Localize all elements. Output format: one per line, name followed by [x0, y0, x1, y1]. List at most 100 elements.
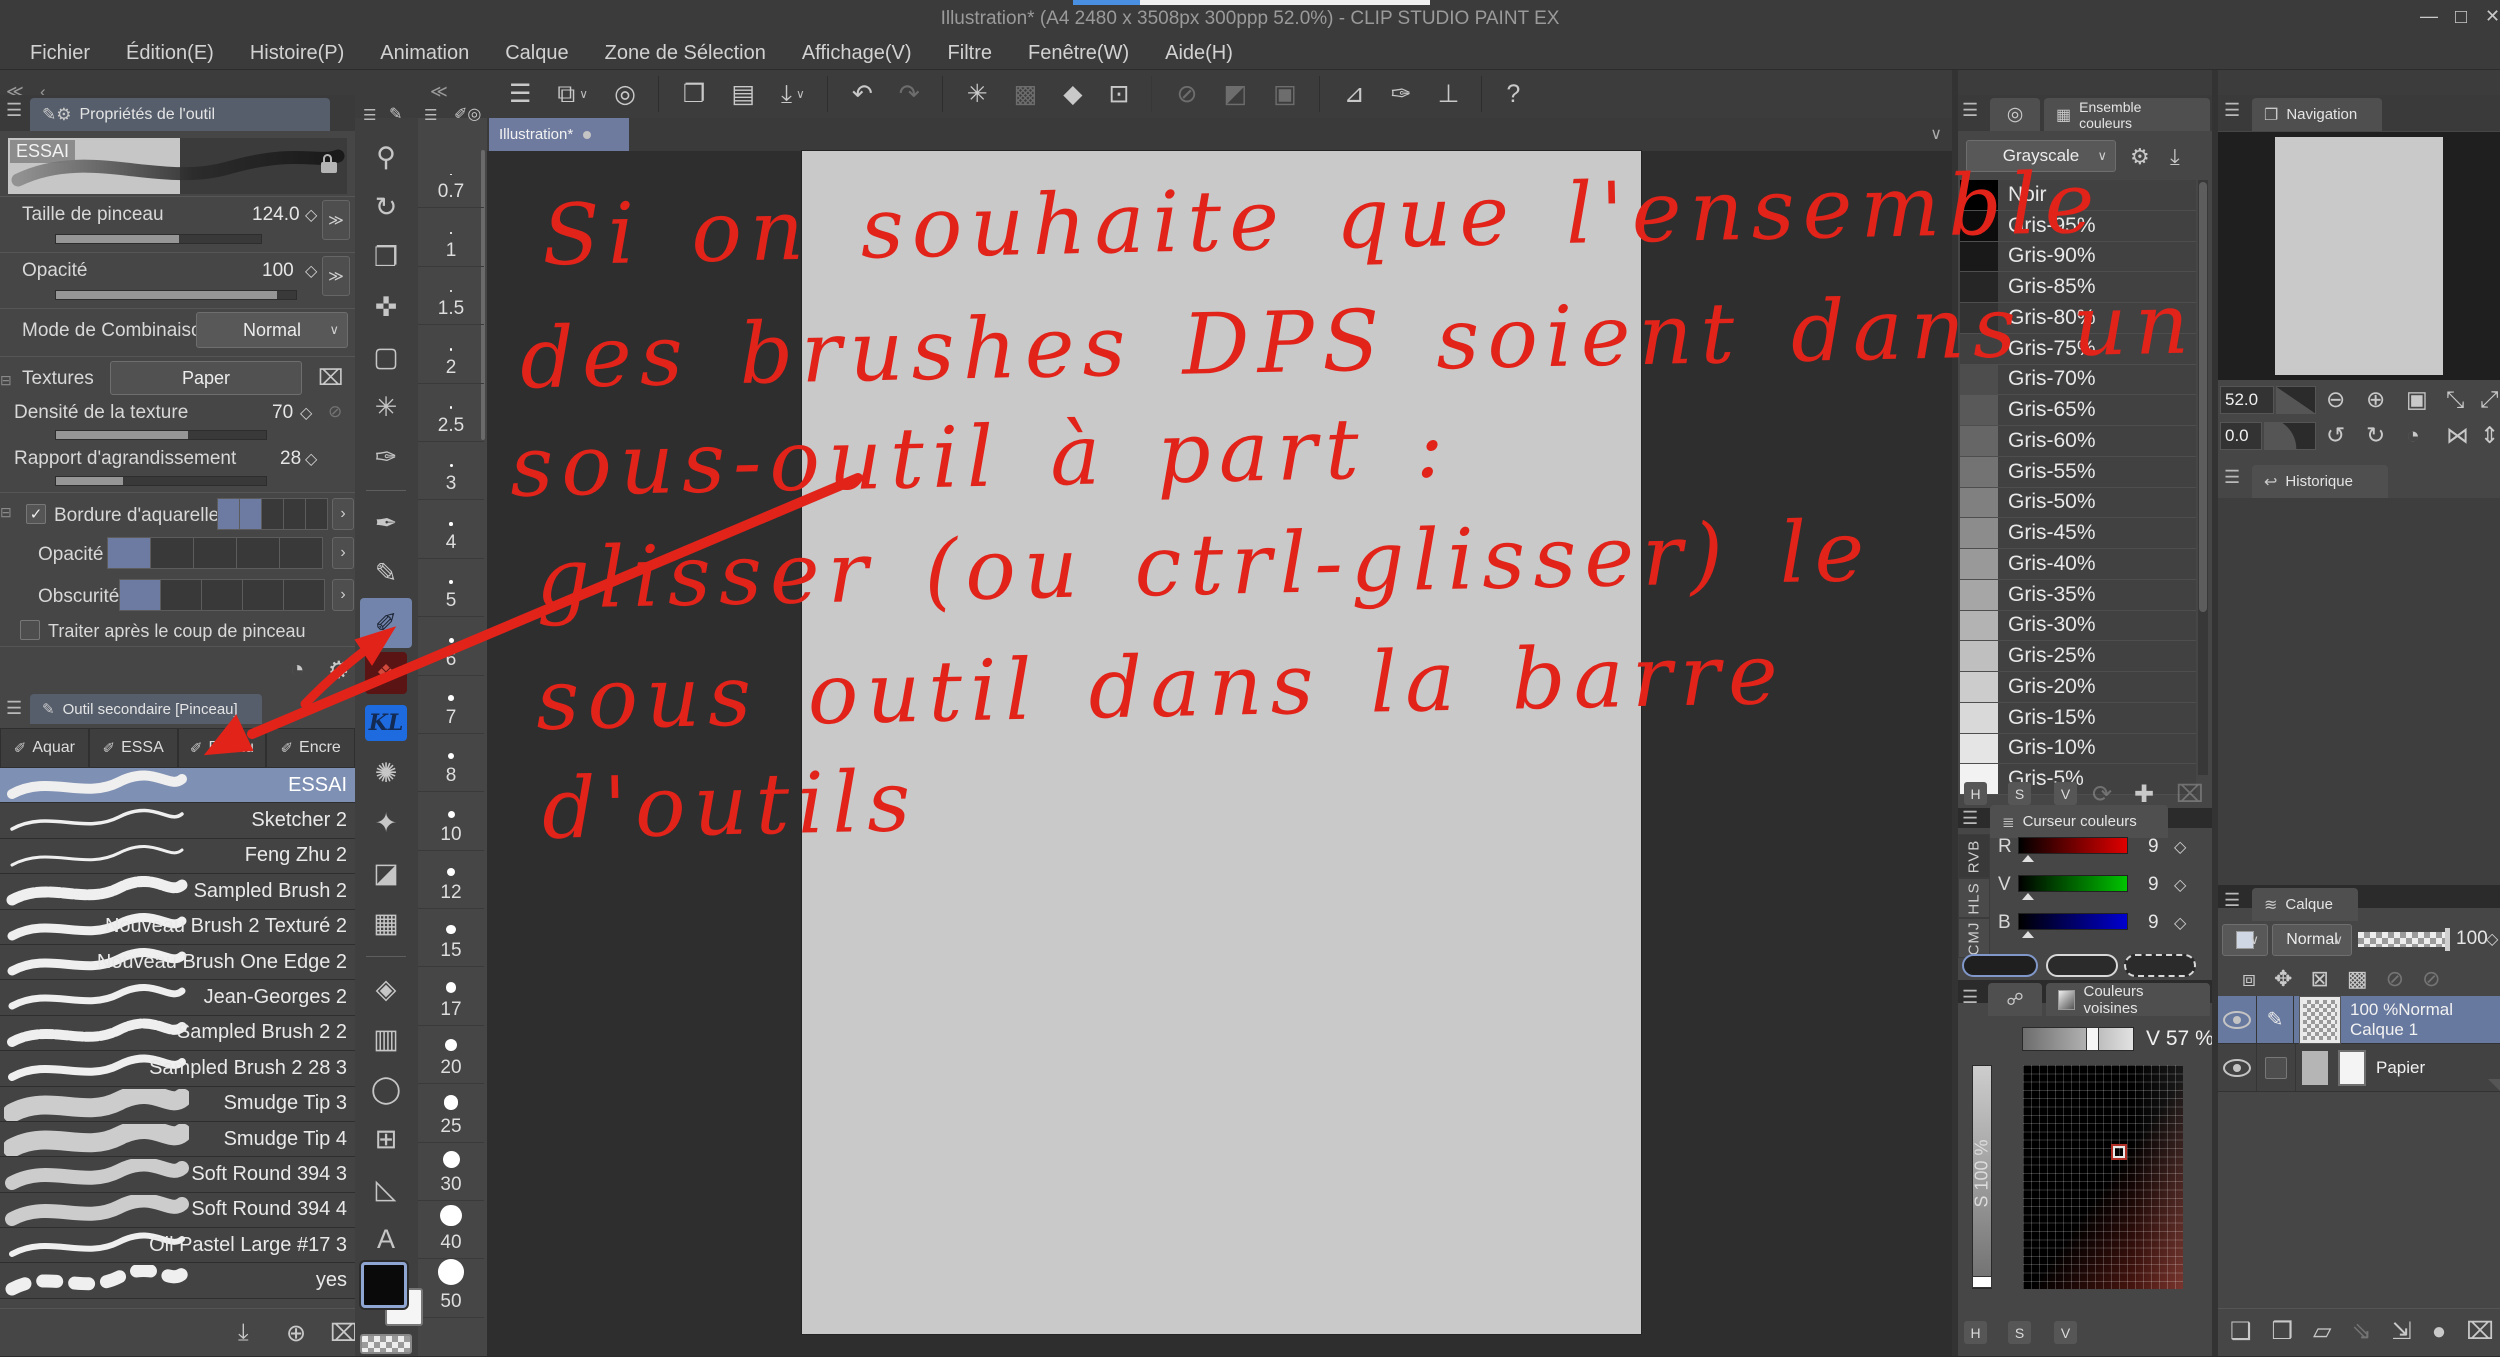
tool-button[interactable]: ✦	[360, 798, 412, 848]
toolbar-icon[interactable]: ▤	[731, 79, 755, 109]
menu-item[interactable]: Aide(H)	[1165, 42, 1233, 65]
magnify-ratio-stepper[interactable]: ◇	[305, 449, 317, 469]
menu-item[interactable]: Calque	[505, 42, 568, 65]
brush-size-dynamics-button[interactable]: ≫	[322, 200, 350, 240]
brush-size-item[interactable]: 3	[418, 442, 484, 501]
transparent-color-pill[interactable]	[2124, 954, 2196, 977]
menu-item[interactable]: Fenêtre(W)	[1028, 42, 1129, 65]
reset-rotation-icon[interactable]: ◔	[2406, 422, 2420, 449]
tool-button[interactable]: ▥	[360, 1014, 412, 1064]
expand-toggle-icon[interactable]: ⊟	[0, 504, 12, 521]
wc-opacity-segments[interactable]	[107, 537, 323, 569]
neighbor-colors-tab[interactable]: Couleurs voisines	[2046, 983, 2210, 1017]
sub-tool-group-tab[interactable]: ✐ Peintu	[177, 728, 267, 768]
tool-button[interactable]: ◯	[360, 1064, 412, 1114]
color-swatch-row[interactable]: Gris-20%	[1960, 672, 2196, 703]
zoom-in-icon[interactable]: ⊕	[2366, 386, 2385, 413]
tool-button[interactable]: ✒	[360, 498, 412, 548]
tool-button[interactable]: ❐	[360, 232, 412, 282]
neighbor-color-grid[interactable]	[2023, 1065, 2183, 1289]
brush-list-item[interactable]: yes	[0, 1263, 355, 1299]
toolbar-icon[interactable]: ◩	[1223, 79, 1247, 109]
brush-size-item[interactable]: 25	[418, 1084, 484, 1143]
brush-size-item[interactable]: 1.5	[418, 267, 484, 326]
toolbar-icon[interactable]: ↶	[826, 76, 873, 112]
rotation-ramp-slider[interactable]	[2264, 422, 2316, 450]
opacity-dynamics-button[interactable]: ≫	[322, 256, 350, 296]
toolbar-icon[interactable]: ↷	[899, 79, 920, 109]
sub-tool-group-tab[interactable]: ✐ Aquar	[0, 728, 89, 768]
color-swatch-row[interactable]: Gris-30%	[1960, 610, 2196, 642]
opacity-stepper[interactable]: ◇	[305, 261, 317, 281]
blend-mode-dropdown[interactable]: Normal ∨	[196, 312, 348, 348]
layer-opacity-value[interactable]: 100	[2456, 928, 2488, 950]
toolbar-icon[interactable]: ✑	[1391, 79, 1412, 109]
tool-button[interactable]: ❖	[365, 652, 407, 694]
toolbar-icon[interactable]: ⊥	[1438, 79, 1460, 109]
layer-footer-icon[interactable]: ⇘	[2352, 1317, 2372, 1346]
panel-menu-icon[interactable]: ☰	[424, 106, 437, 124]
value-sort-button[interactable]: V	[2054, 782, 2077, 805]
menu-item[interactable]: Zone de Sélection	[605, 42, 766, 65]
brush-size-item[interactable]: 17	[418, 967, 484, 1026]
magnify-ratio-value[interactable]: 28	[280, 448, 301, 470]
canvas-tab[interactable]: Illustration*	[489, 118, 629, 151]
edit-color-set-icon[interactable]: ⚙	[2130, 144, 2150, 170]
layer-opacity-stepper[interactable]: ◇	[2486, 929, 2498, 949]
opacity-value[interactable]: 100	[262, 260, 294, 282]
panel-menu-icon[interactable]: ☰	[1962, 987, 1978, 1008]
rotate-left-icon[interactable]: ↺	[2326, 422, 2345, 449]
color-swatch-row[interactable]: Gris-25%	[1960, 641, 2196, 672]
collapse-mid-icon[interactable]: ≪	[430, 82, 448, 102]
tool-button[interactable]: ▢	[360, 332, 412, 382]
tool-button[interactable]: KL	[365, 705, 407, 741]
tool-button[interactable]: ✎	[360, 548, 412, 598]
toolbar-icon[interactable]: ◎	[614, 79, 636, 109]
transparent-color-swatch[interactable]	[360, 1334, 412, 1354]
brush-list-item[interactable]: Oil Pastel Large #17 3	[0, 1228, 355, 1264]
toolbar-icon[interactable]: ⧉ ∨	[557, 80, 588, 109]
menu-item[interactable]: Filtre	[948, 42, 992, 65]
brush-size-slider[interactable]	[55, 234, 262, 244]
watercolor-border-checkbox[interactable]: ✓	[26, 504, 46, 524]
toolbar-icon[interactable]: ?	[1481, 76, 1520, 112]
texture-density-slider[interactable]	[55, 430, 267, 440]
color-swatch-row[interactable]: Gris-60%	[1960, 426, 2196, 457]
tool-button[interactable]: ✐	[360, 598, 412, 648]
layer-ctrl-icon[interactable]: ▩	[2347, 966, 2368, 992]
layer-thumbnail[interactable]	[2299, 995, 2341, 1044]
toolbar-icon[interactable]: ⤓ ∨	[781, 80, 805, 109]
color-swatch-row[interactable]: Gris-10%	[1960, 733, 2196, 765]
toolbar-icon[interactable]: ▩	[1014, 79, 1038, 109]
layer-opacity-slider[interactable]	[2358, 928, 2450, 951]
post-process-checkbox[interactable]	[20, 620, 40, 640]
maximize-button[interactable]: □	[2455, 6, 2467, 29]
color-swatch-row[interactable]: Gris-65%	[1960, 395, 2196, 426]
value-slider[interactable]	[2022, 1027, 2134, 1051]
brush-list-item[interactable]: Sketcher 2	[0, 803, 355, 839]
wc-darkness-expand-button[interactable]: ›	[332, 579, 354, 611]
magnify-ratio-slider[interactable]	[55, 476, 267, 486]
tool-button[interactable]: ◈	[360, 964, 412, 1014]
brush-list-item[interactable]: Sampled Brush 2	[0, 874, 355, 910]
slider-caret[interactable]	[2022, 893, 2034, 900]
tool-button[interactable]: ◺	[360, 1164, 412, 1214]
minimize-button[interactable]: —	[2420, 6, 2438, 27]
zoom-ramp-slider[interactable]	[2276, 386, 2316, 414]
layer-blend-dropdown[interactable]: Normal ∨	[2272, 924, 2352, 956]
hue-mode-button[interactable]: H	[1964, 1321, 1987, 1344]
tool-button[interactable]: ◪	[360, 848, 412, 898]
color-set-tab[interactable]: ▦ Ensemble couleurs	[2044, 98, 2210, 131]
visibility-eye-icon[interactable]	[2223, 1010, 2251, 1029]
color-gradient-track[interactable]	[2018, 837, 2128, 854]
color-gradient-track[interactable]	[2018, 913, 2128, 930]
expand-toggle-icon[interactable]: ⊟	[0, 372, 12, 389]
panel-menu-icon[interactable]: ☰	[1962, 808, 1978, 829]
layer-footer-icon[interactable]: ❑	[2230, 1317, 2252, 1346]
duplicate-subtool-icon[interactable]: ⊕	[286, 1319, 306, 1348]
delete-color-icon[interactable]: ⌧	[2176, 780, 2204, 809]
close-button[interactable]: ✕	[2485, 6, 2500, 27]
panel-menu-icon[interactable]: ☰	[2224, 467, 2240, 488]
panel-menu-icon[interactable]: ☰	[2224, 100, 2240, 121]
menu-item[interactable]: Affichage(V)	[802, 42, 912, 65]
